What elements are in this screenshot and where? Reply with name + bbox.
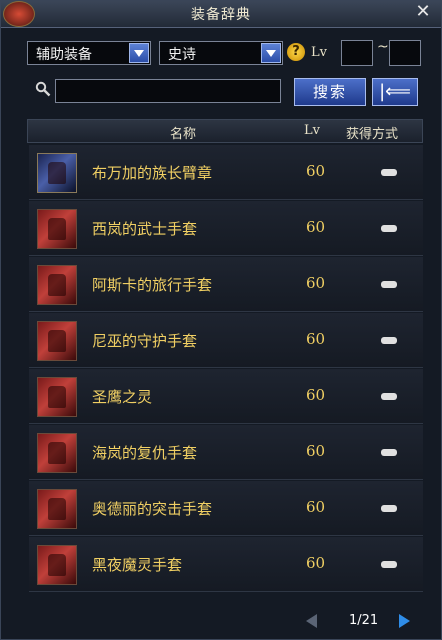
item-lv: 60	[306, 386, 326, 404]
header-name: 名称	[170, 127, 197, 142]
back-to-start-button[interactable]: |⟸	[372, 78, 418, 106]
header-obtain: 获得方式	[346, 127, 399, 142]
glove-icon	[37, 321, 77, 361]
lv-separator: ~	[377, 39, 389, 55]
item-lv: 60	[306, 442, 326, 460]
obtain-method-button[interactable]	[381, 449, 397, 456]
table-header: 名称 Lv 获得方式	[27, 119, 423, 143]
table-row[interactable]: 布万加的族长臂章 60	[29, 145, 423, 200]
table-row[interactable]: 奥德丽的突击手套 60	[29, 481, 423, 536]
table-row[interactable]: 圣鹰之灵 60	[29, 369, 423, 424]
table-row[interactable]: 尼巫的守护手套 60	[29, 313, 423, 368]
window-title: 装备辞典	[191, 7, 251, 23]
table-row[interactable]: 西岚的武士手套 60	[29, 201, 423, 256]
rarity-select-value: 史诗	[168, 47, 196, 63]
armband-icon	[37, 153, 77, 193]
obtain-method-button[interactable]	[381, 393, 397, 400]
equipment-dictionary-window: 装备辞典 ✕ 辅助装备 史诗 ? Lv ~ 搜索 |⟸ 名称 Lv 获得方式 布…	[0, 0, 442, 640]
next-page-icon[interactable]	[399, 614, 410, 628]
item-lv: 60	[306, 498, 326, 516]
item-name: 尼巫的守护手套	[92, 332, 198, 350]
type-select-value: 辅助装备	[36, 47, 92, 63]
table-row[interactable]: 黑夜魔灵手套 60	[29, 537, 423, 592]
item-name: 西岚的武士手套	[92, 220, 198, 238]
prev-page-icon[interactable]	[306, 614, 317, 628]
glove-icon	[37, 265, 77, 305]
obtain-method-button[interactable]	[381, 169, 397, 176]
page-indicator: 1/21	[349, 613, 379, 628]
help-icon[interactable]: ?	[287, 43, 305, 61]
header-lv: Lv	[304, 123, 320, 138]
obtain-method-button[interactable]	[381, 337, 397, 344]
glove-icon	[37, 545, 77, 585]
item-name: 海岚的复仇手套	[92, 444, 198, 462]
glove-icon	[37, 377, 77, 417]
item-lv: 60	[306, 274, 326, 292]
table-row[interactable]: 阿斯卡的旅行手套 60	[29, 257, 423, 312]
glove-icon	[37, 489, 77, 529]
search-button[interactable]: 搜索	[294, 78, 366, 106]
item-lv: 60	[306, 554, 326, 572]
close-button[interactable]: ✕	[413, 2, 433, 22]
obtain-method-button[interactable]	[381, 561, 397, 568]
obtain-method-button[interactable]	[381, 225, 397, 232]
item-name: 黑夜魔灵手套	[92, 556, 183, 574]
rarity-select[interactable]: 史诗	[159, 41, 283, 65]
item-lv: 60	[306, 218, 326, 236]
title-bar[interactable]: 装备辞典 ✕	[1, 1, 441, 28]
glove-icon	[37, 209, 77, 249]
item-name: 奥德丽的突击手套	[92, 500, 213, 518]
lv-min-input[interactable]	[341, 40, 373, 66]
chevron-down-icon[interactable]	[129, 43, 149, 63]
table-row[interactable]: 海岚的复仇手套 60	[29, 425, 423, 480]
obtain-method-button[interactable]	[381, 281, 397, 288]
glove-icon	[37, 433, 77, 473]
search-input[interactable]	[55, 79, 281, 103]
item-lv: 60	[306, 330, 326, 348]
item-lv: 60	[306, 162, 326, 180]
chevron-down-icon[interactable]	[261, 43, 281, 63]
search-icon	[35, 81, 51, 97]
type-select[interactable]: 辅助装备	[27, 41, 151, 65]
item-name: 阿斯卡的旅行手套	[92, 276, 213, 294]
lv-label: Lv	[311, 45, 327, 60]
item-name: 布万加的族长臂章	[92, 164, 213, 182]
lv-max-input[interactable]	[389, 40, 421, 66]
item-name: 圣鹰之灵	[92, 388, 153, 406]
obtain-method-button[interactable]	[381, 505, 397, 512]
